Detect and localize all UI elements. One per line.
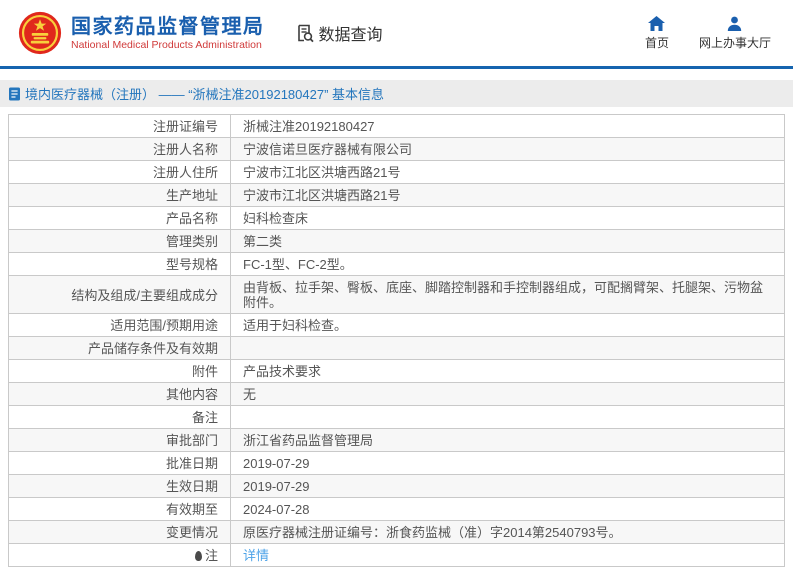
row-label: 批准日期 bbox=[9, 452, 231, 474]
row-value: 宁波市江北区洪塘西路21号 bbox=[243, 188, 401, 203]
row-label: 注册人名称 bbox=[9, 138, 231, 160]
device-info-table: 注册证编号 浙械注准20192180427 注册人名称 宁波信诺旦医疗器械有限公司 注册… bbox=[8, 114, 785, 567]
row-value bbox=[231, 337, 784, 359]
detail-link[interactable]: 详情 bbox=[243, 548, 269, 563]
table-row: 产品储存条件及有效期 bbox=[9, 337, 784, 360]
user-icon bbox=[728, 16, 742, 31]
brand-text: 国家药品监督管理局 National Medical Products Admi… bbox=[71, 15, 265, 52]
table-row: 结构及组成/主要组成成分 由背板、拉手架、臀板、底座、脚踏控制器和手控制器组成，可… bbox=[9, 276, 784, 314]
row-label: 产品储存条件及有效期 bbox=[9, 337, 231, 359]
row-value: 妇科检查床 bbox=[243, 211, 309, 226]
header-nav: 首页 网上办事大厅 bbox=[644, 15, 775, 51]
table-row: 审批部门 浙江省药品监督管理局 bbox=[9, 429, 784, 452]
row-label: 有效期至 bbox=[9, 498, 231, 520]
row-label: 变更情况 bbox=[9, 521, 231, 543]
table-row: 注详情 bbox=[9, 544, 784, 567]
table-row: 生效日期 2019-07-29 bbox=[9, 475, 784, 498]
row-value: 原医疗器械注册证编号：浙食药监械（准）字2014第2540793号。 bbox=[243, 525, 622, 540]
row-value: 宁波市江北区洪塘西路21号 bbox=[243, 165, 401, 180]
document-icon bbox=[9, 87, 20, 100]
table-row: 其他内容无 bbox=[9, 383, 784, 406]
row-label: 注 bbox=[9, 544, 231, 566]
table-row: 变更情况 原医疗器械注册证编号：浙食药监械（准）字2014第2540793号。 bbox=[9, 521, 784, 544]
row-label: 结构及组成/主要组成成分 bbox=[9, 276, 231, 313]
table-row: 型号规格 FC-1型、FC-2型。 bbox=[9, 253, 784, 276]
breadcrumb: 境内医疗器械（注册） —— “浙械注准20192180427” 基本信息 bbox=[0, 80, 793, 107]
nav-home[interactable]: 首页 bbox=[644, 15, 669, 51]
table-row: 适用范围/预期用途 适用于妇科检查。 bbox=[9, 314, 784, 337]
row-label: 适用范围/预期用途 bbox=[9, 314, 231, 336]
row-value: 浙械注准20192180427 bbox=[243, 119, 375, 134]
table-row: 生产地址 宁波市江北区洪塘西路21号 bbox=[9, 184, 784, 207]
row-label: 其他内容 bbox=[9, 383, 231, 405]
nav-home-label: 首页 bbox=[644, 35, 669, 50]
data-query-section: 数据查询 bbox=[295, 21, 383, 45]
row-value: 2019-07-29 bbox=[243, 456, 310, 471]
nav-service-hall[interactable]: 网上办事大厅 bbox=[699, 16, 771, 51]
row-value: 由背板、拉手架、臀板、底座、脚踏控制器和手控制器组成，可配搁臂架、托腿架、污物盆… bbox=[243, 280, 764, 310]
row-label: 注册人住所 bbox=[9, 161, 231, 183]
table-row: 批准日期 2019-07-29 bbox=[9, 452, 784, 475]
row-value: FC-1型、FC-2型。 bbox=[243, 257, 353, 272]
row-value: 2019-07-29 bbox=[243, 479, 310, 494]
table-row: 注册证编号 浙械注准20192180427 bbox=[9, 115, 784, 138]
breadcrumb-text: 境内医疗器械（注册） —— “浙械注准20192180427” 基本信息 bbox=[25, 87, 385, 102]
table-row: 产品名称 妇科检查床 bbox=[9, 207, 784, 230]
data-query-icon bbox=[297, 24, 314, 43]
row-value: 宁波信诺旦医疗器械有限公司 bbox=[243, 142, 413, 157]
row-value bbox=[231, 406, 784, 428]
table-row: 注册人住所 宁波市江北区洪塘西路21号 bbox=[9, 161, 784, 184]
row-label: 生产地址 bbox=[9, 184, 231, 206]
row-value: 第二类 bbox=[243, 234, 283, 249]
table-row: 管理类别 第二类 bbox=[9, 230, 784, 253]
row-label: 注册证编号 bbox=[9, 115, 231, 137]
org-name-en: National Medical Products Administration bbox=[71, 38, 262, 51]
row-label: 附件 bbox=[9, 360, 231, 382]
table-row: 注册人名称 宁波信诺旦医疗器械有限公司 bbox=[9, 138, 784, 161]
row-value: 无 bbox=[243, 387, 257, 402]
row-label: 型号规格 bbox=[9, 253, 231, 275]
nav-service-hall-label: 网上办事大厅 bbox=[698, 35, 771, 50]
row-label: 审批部门 bbox=[9, 429, 231, 451]
table-row: 有效期至 2024-07-28 bbox=[9, 498, 784, 521]
row-label: 管理类别 bbox=[9, 230, 231, 252]
row-value: 浙江省药品监督管理局 bbox=[243, 433, 374, 448]
row-label: 生效日期 bbox=[9, 475, 231, 497]
row-label: 备注 bbox=[9, 406, 231, 428]
table-row: 备注 bbox=[9, 406, 784, 429]
org-name-cn: 国家药品监督管理局 bbox=[71, 15, 265, 38]
note-bulb-icon bbox=[194, 550, 202, 561]
site-header: 国家药品监督管理局 National Medical Products Admi… bbox=[0, 0, 793, 69]
data-query-label: 数据查询 bbox=[318, 27, 383, 44]
row-value: 适用于妇科检查。 bbox=[243, 318, 348, 333]
table-row: 附件 产品技术要求 bbox=[9, 360, 784, 383]
row-value: 产品技术要求 bbox=[243, 364, 322, 379]
national-emblem-logo bbox=[18, 11, 62, 55]
row-value: 2024-07-28 bbox=[243, 502, 310, 517]
row-label: 产品名称 bbox=[9, 207, 231, 229]
home-icon bbox=[648, 15, 666, 31]
brand: 国家药品监督管理局 National Medical Products Admi… bbox=[18, 11, 265, 55]
row-value: 详情 bbox=[231, 544, 784, 566]
